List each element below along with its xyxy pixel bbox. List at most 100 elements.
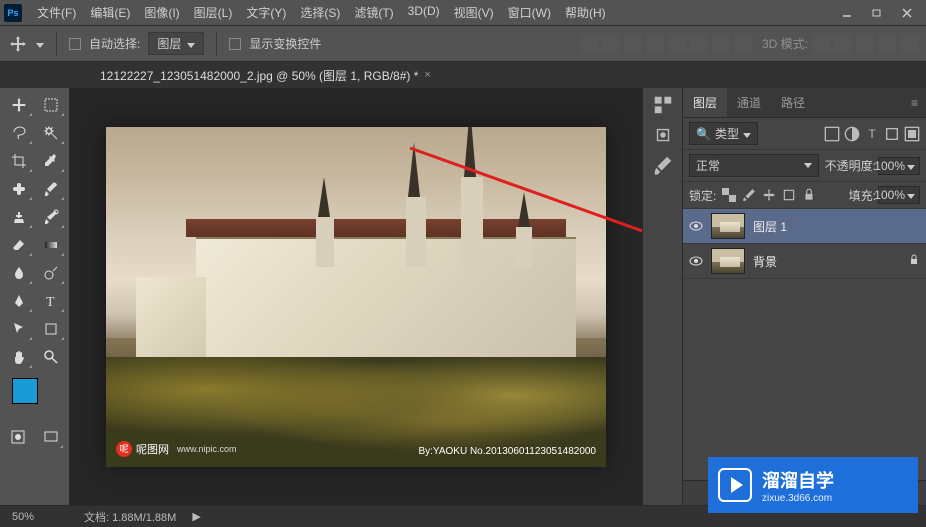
brush-tool[interactable] xyxy=(36,176,66,202)
close-tab-icon[interactable]: × xyxy=(424,69,430,81)
3d-zoom-icon[interactable] xyxy=(900,35,918,53)
show-transform-checkbox[interactable] xyxy=(229,38,241,50)
right-dock-collapsed xyxy=(642,88,682,505)
align-vcenter-icon[interactable] xyxy=(602,35,620,53)
layer-name: 图层 1 xyxy=(753,218,920,235)
lock-all-icon[interactable] xyxy=(802,188,816,202)
properties-panel-icon[interactable] xyxy=(652,124,674,146)
auto-select-checkbox[interactable] xyxy=(69,38,81,50)
filter-shape-icon[interactable] xyxy=(884,126,900,142)
menu-item[interactable]: 文字(Y) xyxy=(239,4,293,21)
status-menu-icon[interactable]: ▶ xyxy=(192,510,200,523)
menu-item[interactable]: 3D(D) xyxy=(401,4,447,21)
menu-item[interactable]: 视图(V) xyxy=(447,4,501,21)
panel-menu-icon[interactable]: ≡ xyxy=(903,92,926,114)
brush-panel-icon[interactable] xyxy=(652,154,674,176)
layer-row[interactable]: 图层 1 xyxy=(683,209,926,244)
window-restore-button[interactable] xyxy=(862,3,892,23)
panel-tab[interactable]: 图层 xyxy=(683,88,727,117)
play-icon xyxy=(718,468,752,502)
crop-tool[interactable] xyxy=(4,148,34,174)
brand-url: zixue.3d66.com xyxy=(762,493,834,504)
menu-item[interactable]: 文件(F) xyxy=(30,4,83,21)
3d-roll-icon[interactable] xyxy=(834,35,852,53)
3d-slide-icon[interactable] xyxy=(878,35,896,53)
blend-mode-dropdown[interactable]: 正常 xyxy=(689,154,819,177)
3d-pan-icon[interactable] xyxy=(856,35,874,53)
eraser-tool[interactable] xyxy=(4,232,34,258)
history-brush-tool[interactable] xyxy=(36,204,66,230)
shape-tool[interactable] xyxy=(36,316,66,342)
distribute-h-icon[interactable] xyxy=(712,35,730,53)
layer-row[interactable]: 背景 xyxy=(683,244,926,279)
panel-tab[interactable]: 通道 xyxy=(727,88,771,117)
move-tool[interactable] xyxy=(4,92,34,118)
layer-name: 背景 xyxy=(753,253,900,270)
lasso-tool[interactable] xyxy=(4,120,34,146)
window-minimize-button[interactable] xyxy=(832,3,862,23)
zoom-tool[interactable] xyxy=(36,344,66,370)
filter-type-icon[interactable]: T xyxy=(864,126,880,142)
menu-item[interactable]: 编辑(E) xyxy=(83,4,137,21)
menu-item[interactable]: 图层(L) xyxy=(187,4,240,21)
opacity-field[interactable]: 100% xyxy=(878,157,920,175)
align-left-icon[interactable] xyxy=(646,35,664,53)
tool-preset-dropdown[interactable] xyxy=(36,37,44,51)
doc-size-value: 1.88M/1.88M xyxy=(112,512,176,524)
visibility-toggle-icon[interactable] xyxy=(689,254,703,268)
chevron-down-icon xyxy=(907,159,915,173)
hand-tool[interactable] xyxy=(4,344,34,370)
filter-adjustment-icon[interactable] xyxy=(844,126,860,142)
menu-item[interactable]: 图像(I) xyxy=(137,4,186,21)
menu-item[interactable]: 滤镜(T) xyxy=(347,4,400,21)
layer-filter-dropdown[interactable]: 🔍 类型 xyxy=(689,122,758,145)
align-hcenter-icon[interactable] xyxy=(668,35,686,53)
clone-stamp-tool[interactable] xyxy=(4,204,34,230)
magic-wand-tool[interactable] xyxy=(36,120,66,146)
chevron-down-icon xyxy=(907,188,915,202)
healing-brush-tool[interactable] xyxy=(4,176,34,202)
gradient-tool[interactable] xyxy=(36,232,66,258)
type-tool[interactable]: T xyxy=(36,288,66,314)
visibility-toggle-icon[interactable] xyxy=(689,219,703,233)
filter-pixel-icon[interactable] xyxy=(824,126,840,142)
menu-item[interactable]: 选择(S) xyxy=(293,4,347,21)
chevron-down-icon xyxy=(187,37,195,51)
zoom-field[interactable]: 50% xyxy=(8,510,68,524)
align-distribute-group: 3D 模式: xyxy=(580,35,918,53)
opacity-label: 不透明度: xyxy=(825,157,876,174)
screen-mode-toggle[interactable] xyxy=(37,424,66,450)
fill-field[interactable]: 100% xyxy=(878,186,920,204)
distribute-v-icon[interactable] xyxy=(734,35,752,53)
3d-orbit-icon[interactable] xyxy=(812,35,830,53)
menu-item[interactable]: 帮助(H) xyxy=(558,4,613,21)
blur-tool[interactable] xyxy=(4,260,34,286)
auto-select-target-dropdown[interactable]: 图层 xyxy=(148,32,204,55)
eyedropper-tool[interactable] xyxy=(36,148,66,174)
marquee-tool[interactable] xyxy=(36,92,66,118)
filter-smart-icon[interactable] xyxy=(904,126,920,142)
quick-mask-toggle[interactable] xyxy=(4,424,33,450)
lock-transparency-icon[interactable] xyxy=(722,188,736,202)
align-top-icon[interactable] xyxy=(580,35,598,53)
panel-tab[interactable]: 路径 xyxy=(771,88,815,117)
lock-label: 锁定: xyxy=(689,187,716,204)
path-selection-tool[interactable] xyxy=(4,316,34,342)
menu-item[interactable]: 窗口(W) xyxy=(501,4,558,21)
window-close-button[interactable] xyxy=(892,3,922,23)
align-right-icon[interactable] xyxy=(690,35,708,53)
lock-pixels-icon[interactable] xyxy=(742,188,756,202)
toolbox: T xyxy=(0,88,70,505)
auto-select-label: 自动选择: xyxy=(89,35,140,52)
pen-tool[interactable] xyxy=(4,288,34,314)
foreground-color-swatch[interactable] xyxy=(12,378,38,404)
canvas-viewport[interactable]: 呢 呢图网 www.nipic.com By:YAOKU No.20130601… xyxy=(70,88,642,505)
align-bottom-icon[interactable] xyxy=(624,35,642,53)
dodge-tool[interactable] xyxy=(36,260,66,286)
color-swatches[interactable] xyxy=(4,378,65,418)
document-tab[interactable]: 12122227_123051482000_2.jpg @ 50% (图层 1,… xyxy=(90,63,441,88)
lock-position-icon[interactable] xyxy=(762,188,776,202)
layer-thumbnail xyxy=(711,213,745,239)
history-panel-icon[interactable] xyxy=(652,94,674,116)
lock-artboard-icon[interactable] xyxy=(782,188,796,202)
